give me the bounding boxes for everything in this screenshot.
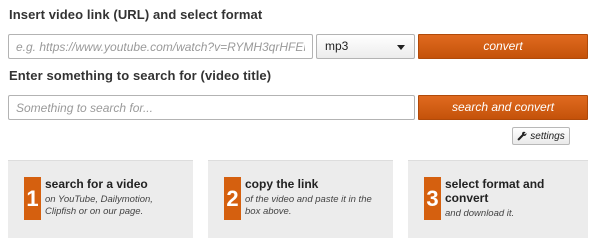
settings-label: settings — [530, 130, 565, 142]
step-card-3: 3 select format and convert and download… — [408, 160, 588, 238]
step-text: and download it. — [445, 208, 515, 219]
step-number: 3 — [424, 177, 441, 220]
step-card-2: 2 copy the link of the video and paste i… — [208, 160, 393, 238]
step-title: select format and convert — [445, 177, 545, 205]
step-number: 2 — [224, 177, 241, 220]
step-text: on YouTube, Dailymotion, Clipfish or on … — [45, 194, 153, 217]
step-title: copy the link — [245, 177, 319, 191]
step-number: 1 — [24, 177, 41, 220]
step-text: of the video and paste it in the box abo… — [245, 194, 372, 217]
search-and-convert-button[interactable]: search and convert — [418, 95, 588, 120]
url-section-label: Insert video link (URL) and select forma… — [9, 7, 263, 22]
chevron-down-icon — [397, 45, 405, 50]
search-section-label: Enter something to search for (video tit… — [9, 68, 272, 83]
convert-button[interactable]: convert — [418, 34, 588, 59]
format-select-value: mp3 — [325, 39, 349, 53]
settings-button[interactable]: settings — [512, 127, 570, 145]
search-input[interactable] — [8, 95, 415, 120]
wrench-icon — [517, 131, 527, 141]
format-select[interactable]: mp3 — [316, 34, 415, 59]
step-title: search for a video — [45, 177, 148, 191]
video-url-input[interactable] — [8, 34, 313, 59]
step-card-1: 1 search for a video on YouTube, Dailymo… — [8, 160, 193, 238]
